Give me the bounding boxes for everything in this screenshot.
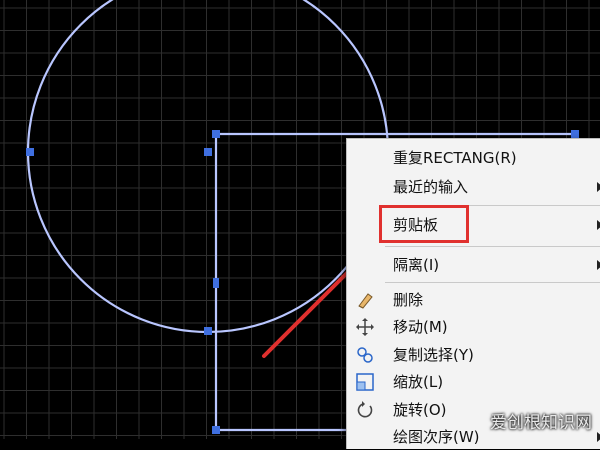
menu-item-label: 移动(M)	[393, 318, 448, 336]
menu-item-recent-input[interactable]: 最近的输入	[347, 174, 600, 200]
grip-point[interactable]	[212, 426, 220, 434]
menu-item-label: 缩放(L)	[393, 373, 444, 391]
menu-item-label: 旋转(O)	[393, 401, 447, 419]
menu-item-move[interactable]: 移动(M)	[347, 314, 600, 340]
menu-item-label: 删除	[393, 291, 424, 309]
menu-item-isolate[interactable]: 隔离(I)	[347, 252, 600, 278]
menu-separator	[385, 246, 600, 247]
grip-point[interactable]	[204, 327, 212, 335]
grip-point[interactable]	[204, 148, 212, 156]
move-icon	[356, 318, 374, 336]
menu-item-label: 绘图次序(W)	[393, 428, 480, 446]
grip-point[interactable]	[26, 148, 34, 156]
scale-icon	[356, 373, 374, 391]
watermark-text: 爱创根知识网	[490, 413, 592, 433]
annotation-arrow	[262, 260, 360, 358]
annotation-highlight-box	[379, 205, 469, 243]
menu-item-delete[interactable]: 删除	[347, 287, 600, 313]
menu-item-label: 重复RECTANG(R)	[393, 149, 517, 167]
grip-point[interactable]	[213, 278, 219, 288]
menu-separator	[385, 282, 600, 283]
eraser-icon	[358, 293, 373, 309]
menu-item-label: 复制选择(Y)	[393, 346, 474, 364]
menu-item-copy-selection[interactable]: 复制选择(Y)	[347, 342, 600, 368]
context-menu: 重复RECTANG(R) 最近的输入 剪贴板 隔离(I) 删除 移动(M) 复制…	[346, 138, 600, 449]
grip-point[interactable]	[212, 130, 220, 138]
rotate-icon	[357, 401, 373, 418]
menu-item-repeat-rectang[interactable]: 重复RECTANG(R)	[347, 145, 600, 171]
menu-item-scale[interactable]: 缩放(L)	[347, 369, 600, 395]
copy-selection-icon	[357, 347, 373, 363]
menu-item-label: 最近的输入	[393, 178, 469, 196]
menu-item-label: 隔离(I)	[393, 256, 440, 274]
grip-point[interactable]	[571, 130, 579, 138]
